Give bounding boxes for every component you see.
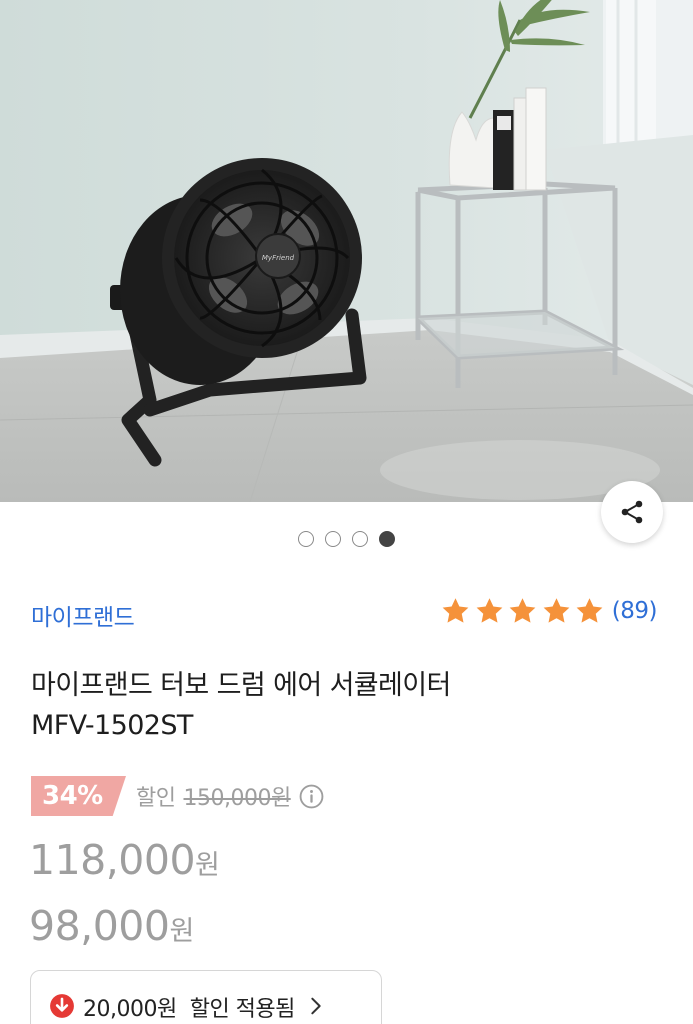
price-discounted-value: 98,000 [29, 902, 170, 950]
star-icon [442, 598, 469, 623]
star-icon [576, 598, 603, 623]
discount-label: 할인 [136, 786, 176, 811]
carousel-dot[interactable] [298, 531, 314, 547]
star-icon [543, 598, 570, 623]
price-discounted: 98,000원 [29, 902, 194, 950]
discount-badge: 34% [31, 776, 126, 816]
product-detail-page: MyFriend 마이프랜드 (89) 마이프랜드 터보 드럼 에어 서큘레이터… [0, 0, 693, 1024]
price-primary: 118,000원 [29, 836, 220, 884]
chevron-right-icon [311, 997, 321, 1015]
star-icon [476, 598, 503, 623]
info-icon[interactable] [299, 784, 324, 809]
review-count[interactable]: (89) [612, 598, 658, 624]
fan-logo-text: MyFriend [262, 254, 295, 262]
carousel-dot-active[interactable] [379, 531, 395, 547]
rating[interactable]: (89) [440, 596, 658, 626]
product-title-line1: 마이프랜드 터보 드럼 에어 서큘레이터 [31, 670, 451, 701]
share-button[interactable] [601, 481, 663, 543]
discount-row: 34% 할인 150,000원 [31, 776, 324, 816]
price-discounted-unit: 원 [169, 916, 194, 947]
share-icon [621, 500, 643, 524]
down-arrow-circle-icon [50, 994, 74, 1018]
product-title: 마이프랜드 터보 드럼 에어 서큘레이터 MFV-1502ST [31, 666, 651, 746]
product-title-line2: MFV-1502ST [31, 710, 193, 741]
original-price: 150,000원 [183, 786, 291, 811]
product-photo: MyFriend [0, 0, 693, 502]
star-icon [509, 598, 536, 623]
brand-link[interactable]: 마이프랜드 [31, 598, 135, 632]
coupon-applied-button[interactable]: 20,000원 할인 적용됨 [30, 970, 382, 1024]
price-primary-value: 118,000 [29, 836, 196, 884]
carousel-indicator [0, 531, 693, 547]
product-image[interactable]: MyFriend [0, 0, 693, 502]
carousel-dot[interactable] [352, 531, 368, 547]
carousel-dot[interactable] [325, 531, 341, 547]
coupon-text: 20,000원 할인 적용됨 [83, 997, 295, 1022]
price-primary-unit: 원 [195, 850, 220, 881]
